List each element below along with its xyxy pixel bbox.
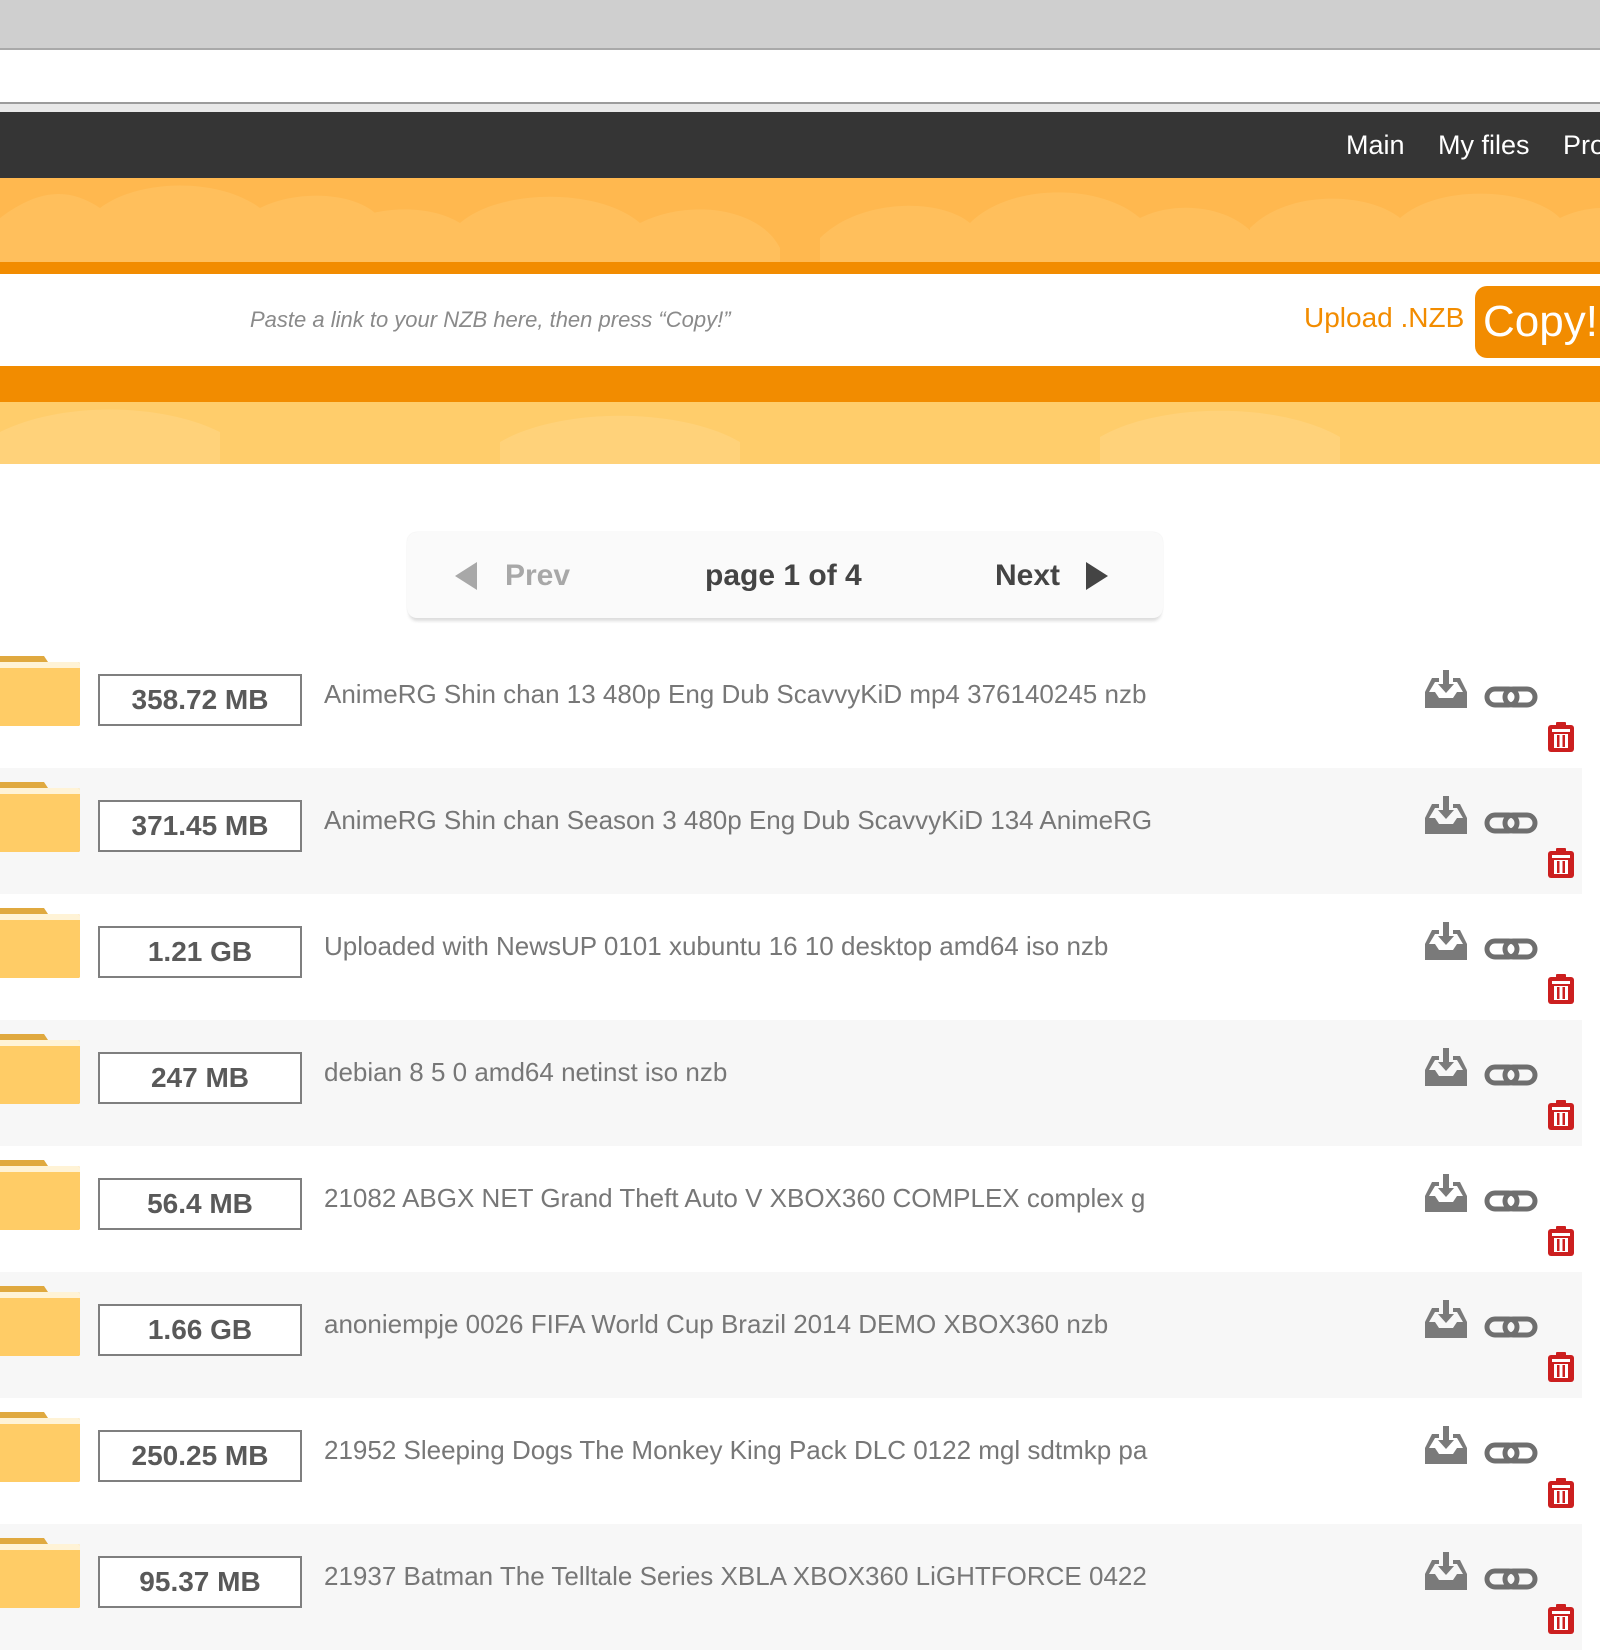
trash-icon[interactable] [1547, 1604, 1575, 1634]
link-icon[interactable] [1484, 680, 1538, 714]
trash-icon[interactable] [1547, 1352, 1575, 1382]
scrollbar-gutter [1582, 642, 1600, 1600]
file-name[interactable]: anoniempje 0026 FIFA World Cup Brazil 20… [324, 1308, 1164, 1340]
file-name[interactable]: debian 8 5 0 amd64 netinst iso nzb [324, 1056, 1164, 1088]
browser-address-bar[interactable] [0, 50, 1600, 104]
pagination-bar: Prev page 1 of 4 Next [407, 532, 1163, 618]
folder-icon [0, 1280, 80, 1356]
file-size-badge: 371.45 MB [98, 800, 302, 852]
banner-lower-stripe [0, 366, 1600, 402]
file-size-badge: 1.66 GB [98, 1304, 302, 1356]
download-icon[interactable] [1423, 1300, 1469, 1340]
trash-icon[interactable] [1547, 722, 1575, 752]
file-row: 250.25 MB 21952 Sleeping Dogs The Monkey … [0, 1398, 1582, 1524]
lower-banner [0, 402, 1600, 464]
download-icon[interactable] [1423, 1174, 1469, 1214]
link-icon[interactable] [1484, 1436, 1538, 1470]
cloud-pattern-icon [0, 185, 1600, 262]
trash-icon[interactable] [1547, 1478, 1575, 1508]
nav-pro[interactable]: Pro [1563, 130, 1600, 160]
download-icon[interactable] [1423, 922, 1469, 962]
file-row: 358.72 MB AnimeRG Shin chan 13 480p Eng D… [0, 642, 1582, 768]
upload-nzb-link[interactable]: Upload .NZB [1304, 302, 1464, 334]
link-icon[interactable] [1484, 1184, 1538, 1218]
triangle-right-icon [1086, 562, 1109, 590]
nav-main[interactable]: Main [1346, 130, 1405, 160]
file-name[interactable]: 21952 Sleeping Dogs The Monkey King Pack… [324, 1434, 1164, 1466]
trash-icon[interactable] [1547, 974, 1575, 1004]
link-icon[interactable] [1484, 806, 1538, 840]
download-icon[interactable] [1423, 1048, 1469, 1088]
file-name[interactable]: 21937 Batman The Telltale Series XBLA XB… [324, 1560, 1164, 1592]
prev-label: Prev [505, 559, 571, 592]
file-row: 56.4 MB 21082 ABGX NET Grand Theft Auto V… [0, 1146, 1582, 1272]
file-row: 371.45 MB AnimeRG Shin chan Season 3 480p… [0, 768, 1582, 894]
header-banner [0, 178, 1600, 262]
folder-icon [0, 1154, 80, 1230]
copy-button[interactable]: Copy! [1475, 286, 1600, 358]
folder-icon [0, 1028, 80, 1104]
cloud-pattern-lower-icon [0, 409, 1340, 464]
folder-icon [0, 650, 80, 726]
banner-divider [0, 262, 1600, 274]
triangle-left-icon [455, 562, 477, 590]
link-icon[interactable] [1484, 1310, 1538, 1344]
file-size-badge: 358.72 MB [98, 674, 302, 726]
nzb-link-input[interactable] [240, 292, 1280, 348]
link-icon[interactable] [1484, 932, 1538, 966]
file-list: 358.72 MB AnimeRG Shin chan 13 480p Eng D… [0, 642, 1582, 1650]
browser-tab-strip [0, 0, 1600, 50]
file-name[interactable]: AnimeRG Shin chan 13 480p Eng Dub Scavvy… [324, 678, 1164, 710]
trash-icon[interactable] [1547, 1226, 1575, 1256]
trash-icon[interactable] [1547, 848, 1575, 878]
file-size-badge: 56.4 MB [98, 1178, 302, 1230]
file-row: 1.21 GB Uploaded with NewsUP 0101 xubuntu… [0, 894, 1582, 1020]
trash-icon[interactable] [1547, 1100, 1575, 1130]
folder-icon [0, 1406, 80, 1482]
download-icon[interactable] [1423, 670, 1469, 710]
next-page-button[interactable]: Next [995, 554, 1109, 598]
download-icon[interactable] [1423, 1552, 1469, 1592]
folder-icon [0, 902, 80, 978]
file-row: 247 MB debian 8 5 0 amd64 netinst iso nzb [0, 1020, 1582, 1146]
folder-icon [0, 776, 80, 852]
prev-page-button[interactable]: Prev [455, 554, 570, 598]
next-label: Next [995, 559, 1061, 592]
file-row: 95.37 MB 21937 Batman The Telltale Series… [0, 1524, 1582, 1650]
top-navbar: Main My files Pro [0, 112, 1600, 178]
download-icon[interactable] [1423, 1426, 1469, 1466]
file-row: 1.66 GB anoniempje 0026 FIFA World Cup Br… [0, 1272, 1582, 1398]
browser-toolbar-gap [0, 104, 1600, 112]
file-size-badge: 1.21 GB [98, 926, 302, 978]
link-icon[interactable] [1484, 1562, 1538, 1596]
download-icon[interactable] [1423, 796, 1469, 836]
file-name[interactable]: Uploaded with NewsUP 0101 xubuntu 16 10 … [324, 930, 1164, 962]
file-name[interactable]: AnimeRG Shin chan Season 3 480p Eng Dub … [324, 804, 1164, 836]
folder-icon [0, 1532, 80, 1608]
link-icon[interactable] [1484, 1058, 1538, 1092]
file-size-badge: 95.37 MB [98, 1556, 302, 1608]
file-size-badge: 247 MB [98, 1052, 302, 1104]
nav-my-files[interactable]: My files [1438, 130, 1530, 160]
file-size-badge: 250.25 MB [98, 1430, 302, 1482]
page-indicator: page 1 of 4 [705, 559, 862, 592]
file-name[interactable]: 21082 ABGX NET Grand Theft Auto V XBOX36… [324, 1182, 1164, 1214]
